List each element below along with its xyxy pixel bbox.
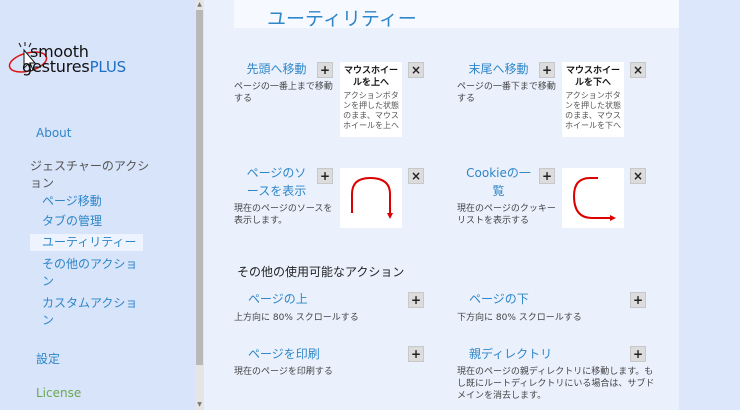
other-actions-heading: その他の使用可能なアクション — [237, 265, 405, 279]
page-title: ユーティリティー — [267, 8, 417, 30]
plus-icon: + — [410, 293, 422, 307]
gesture-card-scroll-bottom[interactable]: マウスホイールを下へ アクションボタンを押した状態のまま、マウスホイールを下へ — [562, 62, 624, 137]
gesture-card-scroll-top[interactable]: マウスホイールを上へ アクションボタンを押した状態のまま、マウスホイールを上へ — [340, 62, 402, 137]
action-title-view-source: ページのソースを表示 — [246, 166, 307, 198]
action-title-parent-directory: 親ディレクトリ — [469, 347, 553, 361]
action-desc-view-source: 現在のページのソースを表示します。 — [234, 204, 333, 226]
plus-icon: + — [632, 293, 644, 307]
scroll-up-arrow-icon[interactable]: ▲ — [195, 0, 204, 9]
sidebar-item-page-navigation[interactable]: ページ移動 — [42, 193, 102, 210]
plus-icon: + — [632, 347, 644, 361]
action-title-scroll-top: 先頭へ移動 — [246, 62, 307, 76]
action-title-scroll-bottom: 末尾へ移動 — [468, 62, 529, 76]
action-desc-scroll-top: ページの一番上まで移動する — [234, 82, 333, 104]
add-gesture-button[interactable]: + — [317, 168, 333, 184]
action-desc-parent-directory: 現在のページの親ディレクトリに移動します。もし既にルートディレクトリにいる場合は… — [457, 367, 655, 401]
add-gesture-button[interactable]: + — [317, 62, 333, 78]
add-gesture-button[interactable]: + — [408, 346, 424, 362]
logo-plus: PLUS — [89, 58, 127, 76]
action-desc-page-up: 上方向に 80% スクロールする — [234, 313, 359, 323]
gesture-stroke-icon — [351, 176, 393, 219]
sidebar-item-custom-actions[interactable]: カスタムアクション — [42, 295, 142, 329]
sidebar: smooth gesturesPLUS About ジェスチャーのアクション ペ… — [0, 0, 195, 410]
gesture-card-cookie-list[interactable] — [562, 168, 624, 228]
sidebar-item-settings[interactable]: 設定 — [36, 350, 60, 367]
main-content: ユーティリティー 先頭へ移動 ページの一番上まで移動する + マウスホイールを上… — [204, 0, 679, 410]
sidebar-item-tab-management[interactable]: タブの管理 — [42, 213, 102, 230]
remove-gesture-button[interactable]: × — [408, 62, 424, 78]
remove-gesture-button[interactable]: × — [630, 62, 646, 78]
action-title-print: ページを印刷 — [248, 347, 320, 361]
add-gesture-button[interactable]: + — [630, 346, 646, 362]
action-title-cookie-list: Cookieの一覧 — [466, 166, 531, 198]
sidebar-item-about[interactable]: About — [36, 126, 71, 140]
plus-icon: + — [410, 347, 422, 361]
right-background — [679, 0, 740, 410]
logo[interactable]: smooth gesturesPLUS — [8, 42, 188, 82]
sidebar-item-license[interactable]: License — [36, 386, 81, 400]
plus-icon: + — [541, 169, 553, 183]
action-title-page-up: ページの上 — [248, 292, 308, 306]
plus-icon: + — [319, 63, 331, 77]
close-icon: × — [410, 169, 422, 183]
gesture-desc: アクションボタンを押した状態のまま、マウスホイールを下へ — [565, 91, 621, 130]
close-icon: × — [632, 63, 644, 77]
remove-gesture-button[interactable]: × — [408, 168, 424, 184]
gesture-card-view-source[interactable] — [340, 168, 402, 228]
gesture-title: マウスホイールを下へ — [565, 66, 620, 88]
scrollbar-thumb[interactable] — [196, 10, 203, 365]
logo-line2: gesturesPLUS — [22, 57, 126, 76]
action-desc-print: 現在のページを印刷する — [234, 367, 333, 377]
gesture-title: マウスホイールを上へ — [343, 66, 398, 88]
close-icon: × — [632, 169, 644, 183]
action-title-page-down: ページの下 — [469, 292, 529, 306]
scroll-down-arrow-icon[interactable]: ▼ — [195, 400, 204, 409]
gesture-desc: アクションボタンを押した状態のまま、マウスホイールを上へ — [343, 91, 399, 130]
action-desc-page-down: 下方向に 80% スクロールする — [457, 313, 582, 323]
add-gesture-button[interactable]: + — [408, 292, 424, 308]
close-icon: × — [410, 63, 422, 77]
remove-gesture-button[interactable]: × — [630, 168, 646, 184]
sidebar-item-other-actions[interactable]: その他のアクション — [42, 256, 142, 290]
action-desc-scroll-bottom: ページの一番下まで移動する — [457, 82, 556, 104]
add-gesture-button[interactable]: + — [539, 62, 555, 78]
scrollbar[interactable]: ▲ ▼ — [195, 0, 204, 410]
add-gesture-button[interactable]: + — [539, 168, 555, 184]
sidebar-section-gesture-actions[interactable]: ジェスチャーのアクション — [30, 158, 150, 192]
sidebar-item-utilities[interactable]: ユーティリティー — [30, 234, 143, 251]
gesture-stroke-icon — [572, 177, 616, 221]
plus-icon: + — [319, 169, 331, 183]
action-desc-cookie-list: 現在のページのクッキーリストを表示する — [457, 204, 556, 226]
add-gesture-button[interactable]: + — [630, 292, 646, 308]
plus-icon: + — [541, 63, 553, 77]
